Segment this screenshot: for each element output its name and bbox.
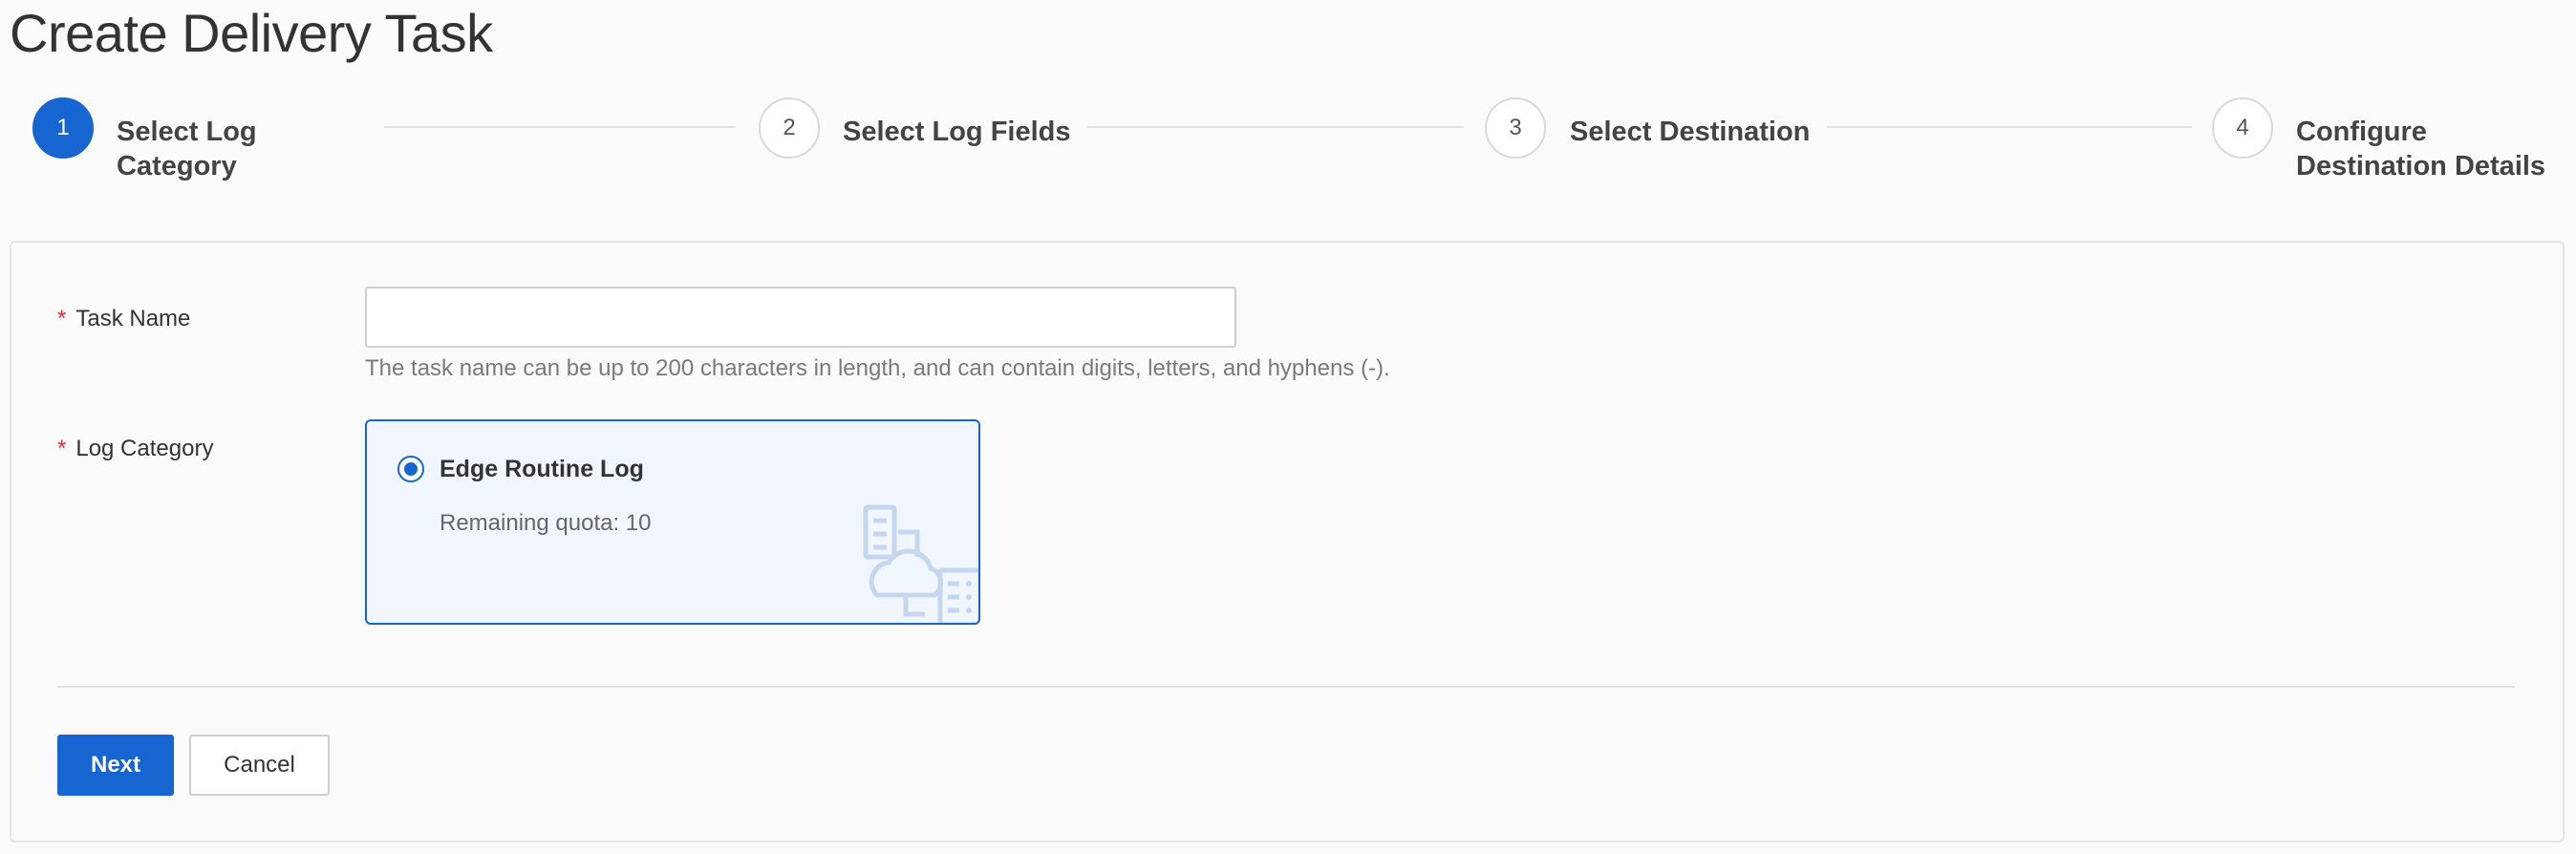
step-connector-3 xyxy=(1827,126,2192,128)
step-2-label: Select Log Fields xyxy=(843,117,1071,147)
cancel-button[interactable]: Cancel xyxy=(189,735,330,796)
step-2-circle: 2 xyxy=(759,97,820,159)
step-3-label: Select Destination xyxy=(1570,117,1811,147)
log-category-option-edge-routine[interactable]: Edge Routine Log Remaining quota: 10 xyxy=(365,419,980,625)
option-title: Edge Routine Log xyxy=(440,456,644,482)
step-4-label-line1: Configure xyxy=(2296,117,2427,147)
log-category-label-text: Log Category xyxy=(75,436,214,461)
task-name-label: * Task Name xyxy=(57,306,190,332)
step-1-label-line1: Select Log xyxy=(117,117,257,147)
step-connector-2 xyxy=(1087,126,1464,128)
form-divider xyxy=(57,686,2515,688)
required-mark: * xyxy=(57,306,67,331)
option-quota: Remaining quota: 10 xyxy=(440,510,652,536)
step-4-label: Configure Destination Details xyxy=(2296,115,2545,183)
step-3-circle: 3 xyxy=(1485,97,1546,159)
page-title: Create Delivery Task xyxy=(10,3,493,63)
step-1-circle: 1 xyxy=(32,97,94,159)
step-connector-1 xyxy=(384,126,736,128)
server-cloud-illustration-icon xyxy=(863,504,978,623)
step-1-label: Select Log Category xyxy=(117,115,257,183)
step-4-circle: 4 xyxy=(2212,97,2273,159)
task-name-input[interactable] xyxy=(365,287,1236,348)
task-name-label-text: Task Name xyxy=(75,306,191,331)
task-name-help: The task name can be up to 200 character… xyxy=(365,355,1390,381)
radio-selected-icon[interactable] xyxy=(397,456,424,482)
step-4-label-line2: Destination Details xyxy=(2296,151,2546,181)
log-category-label: * Log Category xyxy=(57,436,213,462)
required-mark: * xyxy=(57,436,67,461)
next-button[interactable]: Next xyxy=(57,735,174,796)
step-1-label-line2: Category xyxy=(117,151,237,181)
